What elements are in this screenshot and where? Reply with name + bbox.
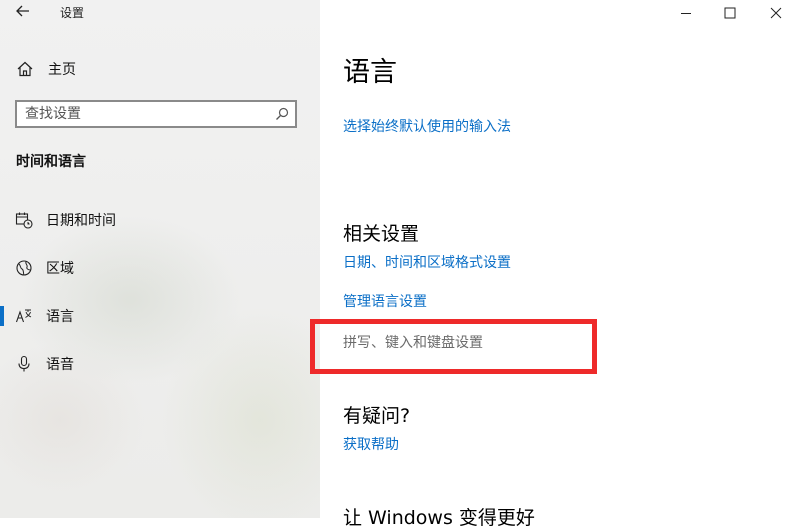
sidebar-item-language[interactable]: 语言 [0, 300, 320, 332]
input-method-link[interactable]: 选择始终默认使用的输入法 [343, 116, 511, 136]
search-box[interactable] [15, 100, 297, 128]
spelling-typing-keyboard-link[interactable]: 拼写、键入和键盘设置 [343, 332, 483, 352]
main-content: 语言 选择始终默认使用的输入法 相关设置 日期、时间和区域格式设置 管理语言设置… [320, 0, 795, 529]
back-button[interactable] [12, 3, 34, 21]
search-input[interactable] [25, 105, 265, 123]
selection-indicator [0, 306, 4, 326]
home-label: 主页 [48, 62, 76, 78]
microphone-icon [18, 355, 30, 372]
arrow-left-icon [16, 5, 29, 17]
improve-windows-heading: 让 Windows 变得更好 [343, 507, 535, 529]
sidebar-item-region[interactable]: 区域 [0, 252, 320, 284]
sidebar-item-label: 区域 [46, 261, 74, 277]
date-time-region-link[interactable]: 日期、时间和区域格式设置 [343, 252, 511, 272]
manage-language-link[interactable]: 管理语言设置 [343, 291, 427, 311]
sidebar-item-label: 日期和时间 [46, 213, 116, 229]
home-icon [17, 61, 33, 77]
app-title: 设置 [60, 6, 85, 20]
calendar-clock-icon [15, 212, 33, 229]
related-settings-heading: 相关设置 [343, 223, 420, 245]
section-title: 时间和语言 [16, 154, 86, 170]
sidebar-item-date-time[interactable]: 日期和时间 [0, 204, 320, 236]
sidebar-item-home[interactable]: 主页 [16, 58, 76, 80]
language-icon [15, 309, 32, 323]
globe-icon [16, 260, 32, 276]
sidebar-item-label: 语言 [46, 309, 74, 325]
sidebar-item-label: 语音 [46, 357, 74, 373]
question-heading: 有疑问? [343, 405, 411, 427]
get-help-link[interactable]: 获取帮助 [343, 434, 399, 454]
sidebar: 设置 主页 时间和语言 日期和时间 区域 [0, 0, 320, 518]
sidebar-item-speech[interactable]: 语音 [0, 348, 320, 380]
search-icon[interactable] [275, 107, 289, 121]
page-title: 语言 [343, 57, 397, 88]
